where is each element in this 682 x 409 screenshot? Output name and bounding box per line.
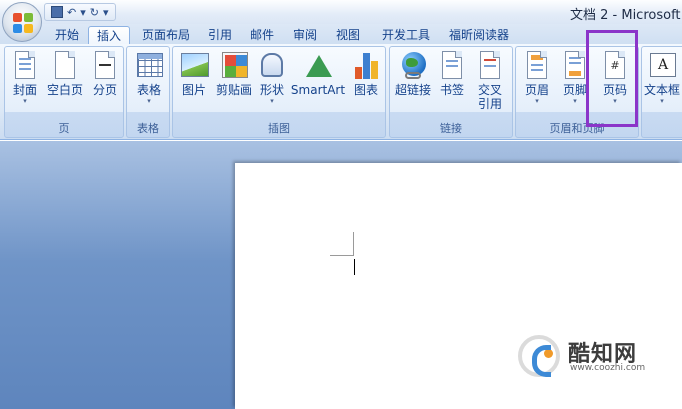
clipart-button[interactable]: 剪贴画 [213,51,255,97]
dropdown-arrow-icon: ▾ [535,97,539,105]
picture-button[interactable]: 图片 [177,51,211,97]
cross-reference-button[interactable]: 交叉 引用 [472,51,508,111]
page-break-icon [91,51,119,81]
clipart-icon [220,51,248,81]
title-bar: ↶ ▾ ↻ ▾ 文档 2 - Microsoft W [0,0,682,24]
header-button[interactable]: 页眉 ▾ [520,51,554,105]
group-links: 超链接 书签 交叉 引用 链接 [389,46,513,138]
smartart-button[interactable]: SmartArt [289,51,347,97]
dropdown-arrow-icon: ▾ [270,97,274,105]
undo-dropdown-icon[interactable]: ▾ [80,6,86,19]
quick-access-toolbar: ↶ ▾ ↻ ▾ [44,3,116,21]
dropdown-arrow-icon: ▾ [660,97,664,105]
footer-icon [561,51,589,81]
tab-home[interactable]: 开始 [48,26,86,44]
cover-page-button[interactable]: 封面 ▾ [7,51,43,105]
ribbon-insert-panel: 封面 ▾ 空白页 分页 页 表格 ▾ 表格 图片 剪贴画 形状 ▾ SmartA… [0,44,682,140]
window-title: 文档 2 - Microsoft W [570,8,682,23]
blank-page-icon [51,51,79,81]
textbox-icon: A [648,51,676,81]
margin-corner-mark-horizontal [330,255,354,256]
group-label-illustrations: 插图 [268,122,290,135]
office-logo-icon [13,13,33,33]
tab-developer[interactable]: 开发工具 [374,26,438,44]
picture-icon [180,51,209,81]
group-label-links: 链接 [440,122,462,135]
group-tables: 表格 ▾ 表格 [126,46,170,138]
customize-qat-icon[interactable]: ▾ [103,6,109,19]
cover-page-icon [11,51,39,81]
page-number-highlight-box [586,30,638,127]
header-icon [523,51,551,81]
dropdown-arrow-icon: ▾ [23,97,27,105]
save-icon[interactable] [51,6,63,18]
watermark-url: www.coozhi.com [570,363,646,373]
coozhi-logo-icon [518,335,560,377]
tab-references[interactable]: 引用 [202,26,238,44]
tab-insert[interactable]: 插入 [88,26,130,44]
undo-icon[interactable]: ↶ [67,6,76,19]
smartart-icon [304,51,332,81]
chart-icon [352,51,380,81]
ribbon-tab-bar: 开始 插入 页面布局 引用 邮件 审阅 视图 开发工具 福昕阅读器 [0,24,682,44]
office-button[interactable] [2,2,42,42]
bookmark-icon [438,51,466,81]
group-text: A 文本框 ▾ [641,46,682,138]
tab-foxit-reader[interactable]: 福昕阅读器 [444,26,514,44]
table-icon [135,51,163,81]
redo-icon[interactable]: ↻ [90,6,99,19]
shapes-icon [258,51,286,81]
blank-page-button[interactable]: 空白页 [45,51,85,97]
tab-view[interactable]: 视图 [330,26,366,44]
chart-button[interactable]: 图表 [349,51,383,97]
page-break-button[interactable]: 分页 [87,51,123,97]
group-illustrations: 图片 剪贴画 形状 ▾ SmartArt 图表 插图 [172,46,386,138]
watermark: 酷知网 www.coozhi.com [512,327,662,379]
group-pages: 封面 ▾ 空白页 分页 页 [4,46,124,138]
tab-page-layout[interactable]: 页面布局 [136,26,196,44]
hyperlink-button[interactable]: 超链接 [392,51,434,97]
cross-reference-icon [476,51,504,81]
bookmark-button[interactable]: 书签 [436,51,468,97]
group-label-pages: 页 [58,122,70,135]
textbox-button[interactable]: A 文本框 ▾ [642,51,682,105]
group-label-tables: 表格 [137,122,159,135]
shapes-button[interactable]: 形状 ▾ [257,51,287,105]
table-button[interactable]: 表格 ▾ [131,51,167,105]
tab-review[interactable]: 审阅 [287,26,323,44]
hyperlink-globe-icon [399,51,427,81]
text-cursor [354,259,355,275]
tab-mailings[interactable]: 邮件 [244,26,280,44]
dropdown-arrow-icon: ▾ [147,97,151,105]
margin-corner-mark-vertical [353,232,354,256]
